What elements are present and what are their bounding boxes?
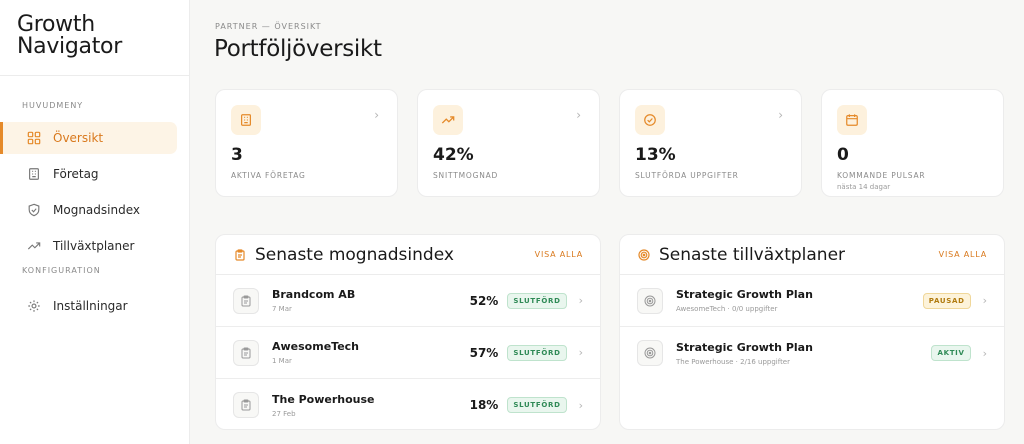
plan-meta: AwesomeTech · 0/0 uppgifter bbox=[676, 305, 778, 313]
company-name: Brandcom AB bbox=[272, 288, 356, 301]
sidebar-item-label: Tillväxtplaner bbox=[53, 239, 135, 253]
gear-icon bbox=[26, 298, 42, 314]
sidebar-item-label: Översikt bbox=[53, 131, 104, 145]
check-circle-icon bbox=[635, 105, 665, 135]
trend-up-icon bbox=[433, 105, 463, 135]
chevron-right-icon: › bbox=[982, 294, 987, 307]
list-item[interactable]: AwesomeTech 1 Mar 57% SLUTFÖRD › bbox=[216, 327, 600, 379]
maturity-percent: 18% bbox=[469, 398, 499, 412]
configuration-label: KONFIGURATION bbox=[22, 266, 101, 275]
list-item[interactable]: Strategic Growth Plan AwesomeTech · 0/0 … bbox=[620, 275, 1004, 327]
list-item[interactable]: Brandcom AB 7 Mar 52% SLUTFÖRD › bbox=[216, 275, 600, 327]
calendar-icon bbox=[837, 105, 867, 135]
maturity-percent: 52% bbox=[469, 293, 499, 308]
stat-label: SNITTMOGNAD bbox=[433, 171, 499, 180]
panel-title: Senaste mognadsindex bbox=[255, 244, 454, 265]
chevron-right-icon: › bbox=[982, 346, 987, 360]
status-badge: PAUSAD bbox=[922, 292, 971, 309]
sidebar-item-maturity-index[interactable]: Mognadsindex bbox=[0, 194, 177, 226]
main-content: PARTNER — ÖVERSIKT Portföljöversikt › 3 … bbox=[190, 0, 1024, 444]
stat-card-active-companies[interactable]: › 3 AKTIVA FÖRETAG bbox=[215, 89, 398, 197]
status-badge: SLUTFÖRD bbox=[507, 344, 567, 361]
sidebar-item-settings[interactable]: Inställningar bbox=[0, 290, 177, 322]
building-icon bbox=[26, 166, 42, 182]
sidebar-item-label: Inställningar bbox=[53, 299, 128, 313]
status-badge: AKTIV bbox=[931, 345, 971, 361]
clipboard-icon bbox=[233, 287, 259, 314]
view-all-link[interactable]: VISA ALLA bbox=[535, 250, 583, 259]
stat-card-avg-maturity[interactable]: › 42% SNITTMOGNAD bbox=[417, 89, 600, 197]
shield-icon bbox=[26, 202, 42, 218]
target-icon bbox=[637, 340, 663, 366]
stat-value: 42% bbox=[433, 145, 474, 165]
target-icon bbox=[638, 248, 650, 261]
list-item[interactable]: The Powerhouse 27 Feb 18% SLUTFÖRD › bbox=[216, 379, 600, 429]
brand-logo[interactable]: Growth Navigator bbox=[0, 0, 189, 76]
chevron-right-icon: › bbox=[576, 108, 581, 122]
stat-card-completed-tasks[interactable]: › 13% SLUTFÖRDA UPPGIFTER bbox=[619, 89, 802, 197]
company-name: AwesomeTech bbox=[272, 340, 360, 353]
sidebar-item-label: Företag bbox=[53, 167, 99, 181]
panel-header: Senaste mognadsindex VISA ALLA bbox=[216, 235, 600, 275]
stat-value: 3 bbox=[231, 145, 243, 165]
grid-icon bbox=[26, 130, 42, 146]
target-icon bbox=[637, 287, 663, 314]
sidebar-item-companies[interactable]: Företag bbox=[0, 158, 177, 190]
chevron-right-icon: › bbox=[578, 346, 583, 359]
stat-label: KOMMANDE PULSAR bbox=[837, 171, 926, 180]
date: 27 Feb bbox=[272, 409, 296, 418]
breadcrumb: PARTNER — ÖVERSIKT bbox=[215, 22, 322, 31]
company-name: The Powerhouse bbox=[272, 392, 375, 406]
stat-label: SLUTFÖRDA UPPGIFTER bbox=[635, 171, 739, 180]
recent-maturity-panel: Senaste mognadsindex VISA ALLA Brandcom … bbox=[215, 234, 601, 430]
chevron-right-icon: › bbox=[578, 294, 583, 307]
status-badge: SLUTFÖRD bbox=[507, 397, 567, 413]
chevron-right-icon: › bbox=[374, 108, 379, 122]
chevron-right-icon: › bbox=[578, 398, 583, 412]
recent-growth-plans-panel: Senaste tillväxtplaner VISA ALLA Strateg… bbox=[619, 234, 1005, 430]
stat-value: 13% bbox=[635, 145, 676, 165]
panel-header: Senaste tillväxtplaner VISA ALLA bbox=[620, 235, 1004, 275]
stat-card-upcoming-pulses[interactable]: 0 KOMMANDE PULSAR nästa 14 dagar bbox=[821, 89, 1004, 197]
sidebar: Growth Navigator HUVUDMENY Översikt Före… bbox=[0, 0, 190, 444]
plan-meta: The Powerhouse · 2/16 uppgifter bbox=[676, 357, 790, 366]
stat-label: AKTIVA FÖRETAG bbox=[231, 171, 306, 180]
chevron-right-icon: › bbox=[778, 108, 783, 122]
date: 1 Mar bbox=[272, 357, 292, 365]
status-badge: SLUTFÖRD bbox=[507, 292, 567, 309]
date: 7 Mar bbox=[272, 305, 292, 313]
plan-name: Strategic Growth Plan bbox=[676, 288, 813, 301]
panel-title: Senaste tillväxtplaner bbox=[659, 244, 846, 265]
sidebar-item-label: Mognadsindex bbox=[53, 203, 140, 217]
building-icon bbox=[231, 105, 261, 135]
brand-line-1: Growth bbox=[17, 12, 95, 37]
clipboard-icon bbox=[234, 248, 246, 261]
plan-name: Strategic Growth Plan bbox=[676, 340, 813, 354]
list-item[interactable]: Strategic Growth Plan The Powerhouse · 2… bbox=[620, 327, 1004, 379]
sidebar-item-overview[interactable]: Översikt bbox=[0, 122, 177, 154]
stat-value: 0 bbox=[837, 145, 849, 165]
maturity-percent: 57% bbox=[469, 345, 499, 360]
stat-sublabel: nästa 14 dagar bbox=[837, 183, 891, 191]
clipboard-icon bbox=[233, 392, 259, 418]
main-menu-label: HUVUDMENY bbox=[22, 101, 84, 110]
trend-up-icon bbox=[26, 238, 42, 254]
view-all-link[interactable]: VISA ALLA bbox=[939, 250, 987, 259]
clipboard-icon bbox=[233, 339, 259, 366]
page-title: Portföljöversikt bbox=[214, 36, 382, 62]
sidebar-item-growth-plans[interactable]: Tillväxtplaner bbox=[0, 230, 177, 262]
brand-line-2: Navigator bbox=[17, 34, 122, 59]
